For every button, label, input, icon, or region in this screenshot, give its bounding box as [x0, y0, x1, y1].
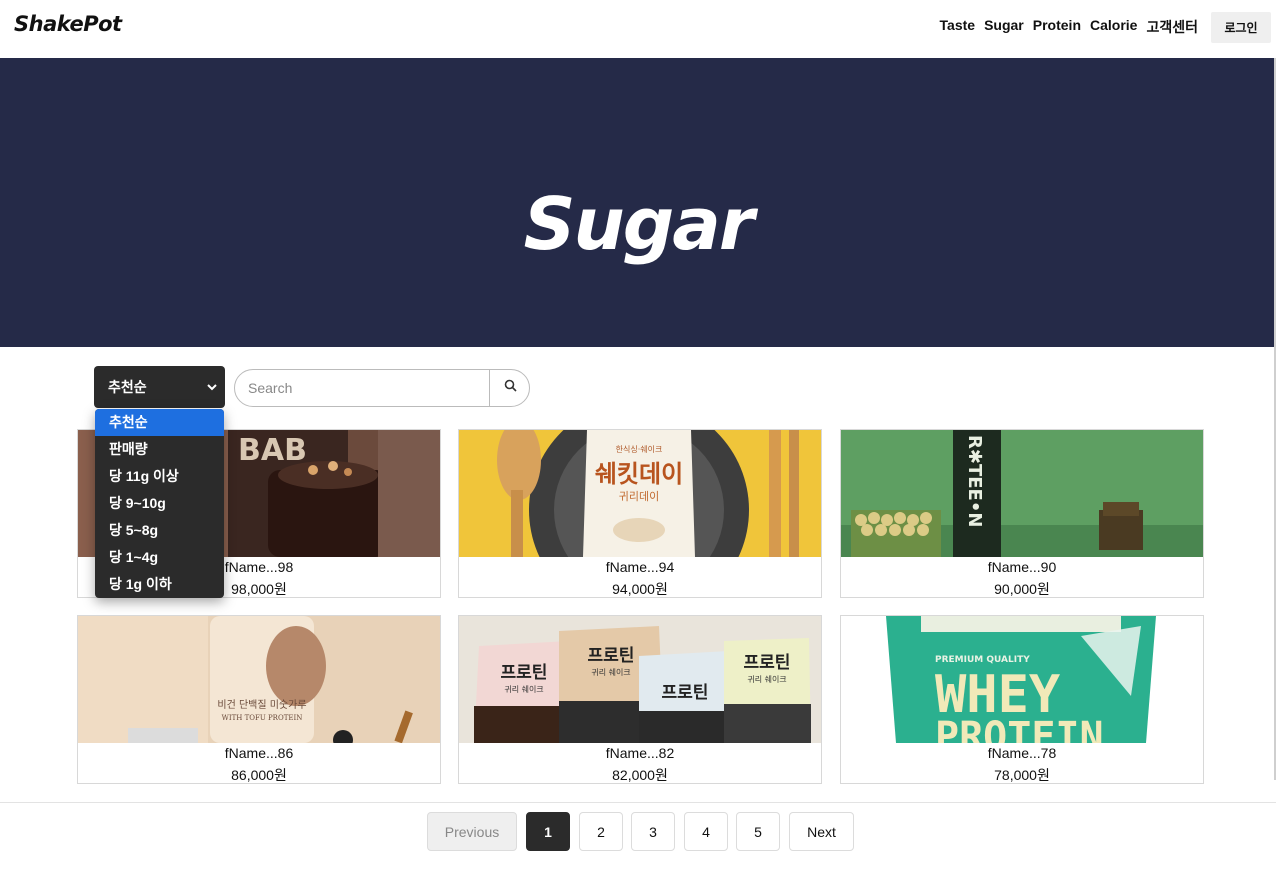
main-nav: Taste Sugar Protein Calorie 고객센터	[940, 17, 1198, 37]
svg-text:R✱TEE•N: R✱TEE•N	[964, 435, 985, 527]
product-image[interactable]: 한식싱·쉐이크 쉐킷데이 귀리데이	[459, 430, 821, 557]
product-image[interactable]: 프로틴 귀리 쉐이크 프로틴 귀리 쉐이크 프로틴 프로틴 귀리 쉐이크	[459, 616, 821, 743]
sort-selected-label: 추천순	[108, 379, 147, 395]
previous-page-button[interactable]: Previous	[427, 812, 517, 851]
sort-option-sugar-5-8g[interactable]: 당 5~8g	[95, 517, 224, 544]
svg-text:귀리 쉐이크: 귀리 쉐이크	[504, 684, 543, 694]
product-image[interactable]: 비건 단백질 미숫가루 WITH TOFU PROTEIN	[78, 616, 440, 743]
hero-banner: Sugar	[0, 58, 1276, 347]
sort-option-sugar-under-1g[interactable]: 당 1g 이하	[95, 571, 224, 598]
product-name[interactable]: fName...86	[78, 745, 440, 761]
svg-text:프로틴: 프로틴	[662, 683, 709, 703]
page-button-2[interactable]: 2	[579, 812, 623, 851]
svg-text:한식싱·쉐이크: 한식싱·쉐이크	[616, 444, 663, 454]
page-button-1[interactable]: 1	[526, 812, 570, 851]
nav-taste[interactable]: Taste	[940, 17, 976, 37]
svg-text:프로틴: 프로틴	[501, 663, 548, 683]
product-price: 90,000원	[994, 581, 1050, 597]
svg-text:귀리 쉐이크: 귀리 쉐이크	[591, 667, 630, 677]
product-name[interactable]: fName...82	[459, 745, 821, 761]
product-price: 82,000원	[612, 767, 668, 783]
product-name[interactable]: fName...78	[841, 745, 1203, 761]
hero-title: Sugar	[523, 182, 755, 266]
search-box	[234, 369, 530, 407]
sort-option-sugar-9-10g[interactable]: 당 9~10g	[95, 490, 224, 517]
product-card[interactable]: R✱TEE•N fName...90 90,000원	[840, 429, 1204, 598]
page-button-3[interactable]: 3	[631, 812, 675, 851]
sort-option-sales[interactable]: 판매량	[95, 436, 224, 463]
svg-text:프로틴: 프로틴	[588, 646, 635, 666]
product-price: 78,000원	[994, 767, 1050, 783]
nav-protein[interactable]: Protein	[1033, 17, 1081, 37]
product-name[interactable]: fName...90	[841, 559, 1203, 575]
sort-option-recommended[interactable]: 추천순	[95, 409, 224, 436]
nav-sugar[interactable]: Sugar	[984, 17, 1024, 37]
sort-option-sugar-1-4g[interactable]: 당 1~4g	[95, 544, 224, 571]
nav-customer-center[interactable]: 고객센터	[1146, 17, 1198, 37]
svg-text:BAB: BAB	[238, 433, 307, 468]
search-button[interactable]	[489, 370, 529, 406]
svg-text:PROTEIN: PROTEIN	[935, 714, 1104, 743]
product-image[interactable]: PREMIUM QUALITY WHEY PROTEIN	[841, 616, 1203, 743]
svg-text:귀리데이: 귀리데이	[619, 490, 659, 503]
product-price: 94,000원	[612, 581, 668, 597]
sort-option-sugar-11g-plus[interactable]: 당 11g 이상	[95, 463, 224, 490]
svg-text:프로틴: 프로틴	[744, 653, 791, 673]
product-card[interactable]: 한식싱·쉐이크 쉐킷데이 귀리데이 fName...94 94,000원	[458, 429, 822, 598]
page-button-4[interactable]: 4	[684, 812, 728, 851]
sort-select[interactable]: 추천순	[94, 366, 225, 408]
product-price: 86,000원	[231, 767, 287, 783]
svg-text:귀리 쉐이크: 귀리 쉐이크	[747, 674, 786, 684]
search-input[interactable]	[235, 370, 489, 406]
search-icon	[504, 379, 517, 397]
svg-text:WITH TOFU PROTEIN: WITH TOFU PROTEIN	[222, 714, 303, 722]
nav-calorie[interactable]: Calorie	[1090, 17, 1137, 37]
top-header: ShakePot Taste Sugar Protein Calorie 고객센…	[0, 0, 1276, 59]
svg-text:PREMIUM QUALITY: PREMIUM QUALITY	[935, 655, 1030, 665]
login-button[interactable]: 로그인	[1211, 12, 1271, 43]
svg-text:쉐킷데이: 쉐킷데이	[595, 460, 683, 488]
product-card[interactable]: 프로틴 귀리 쉐이크 프로틴 귀리 쉐이크 프로틴 프로틴 귀리 쉐이크 fNa…	[458, 615, 822, 784]
site-logo[interactable]: ShakePot	[14, 12, 122, 36]
svg-text:비건 단백질 미숫가루: 비건 단백질 미숫가루	[217, 699, 306, 711]
product-name[interactable]: fName...94	[459, 559, 821, 575]
product-card[interactable]: PREMIUM QUALITY WHEY PROTEIN fName...78 …	[840, 615, 1204, 784]
product-image[interactable]: R✱TEE•N	[841, 430, 1203, 557]
page-button-5[interactable]: 5	[736, 812, 780, 851]
product-card[interactable]: 비건 단백질 미숫가루 WITH TOFU PROTEIN fName...86…	[77, 615, 441, 784]
next-page-button[interactable]: Next	[789, 812, 854, 851]
sort-options-list: 추천순 판매량 당 11g 이상 당 9~10g 당 5~8g 당 1~4g 당…	[95, 409, 224, 598]
chevron-down-icon	[207, 380, 217, 396]
pagination-divider	[0, 802, 1276, 803]
